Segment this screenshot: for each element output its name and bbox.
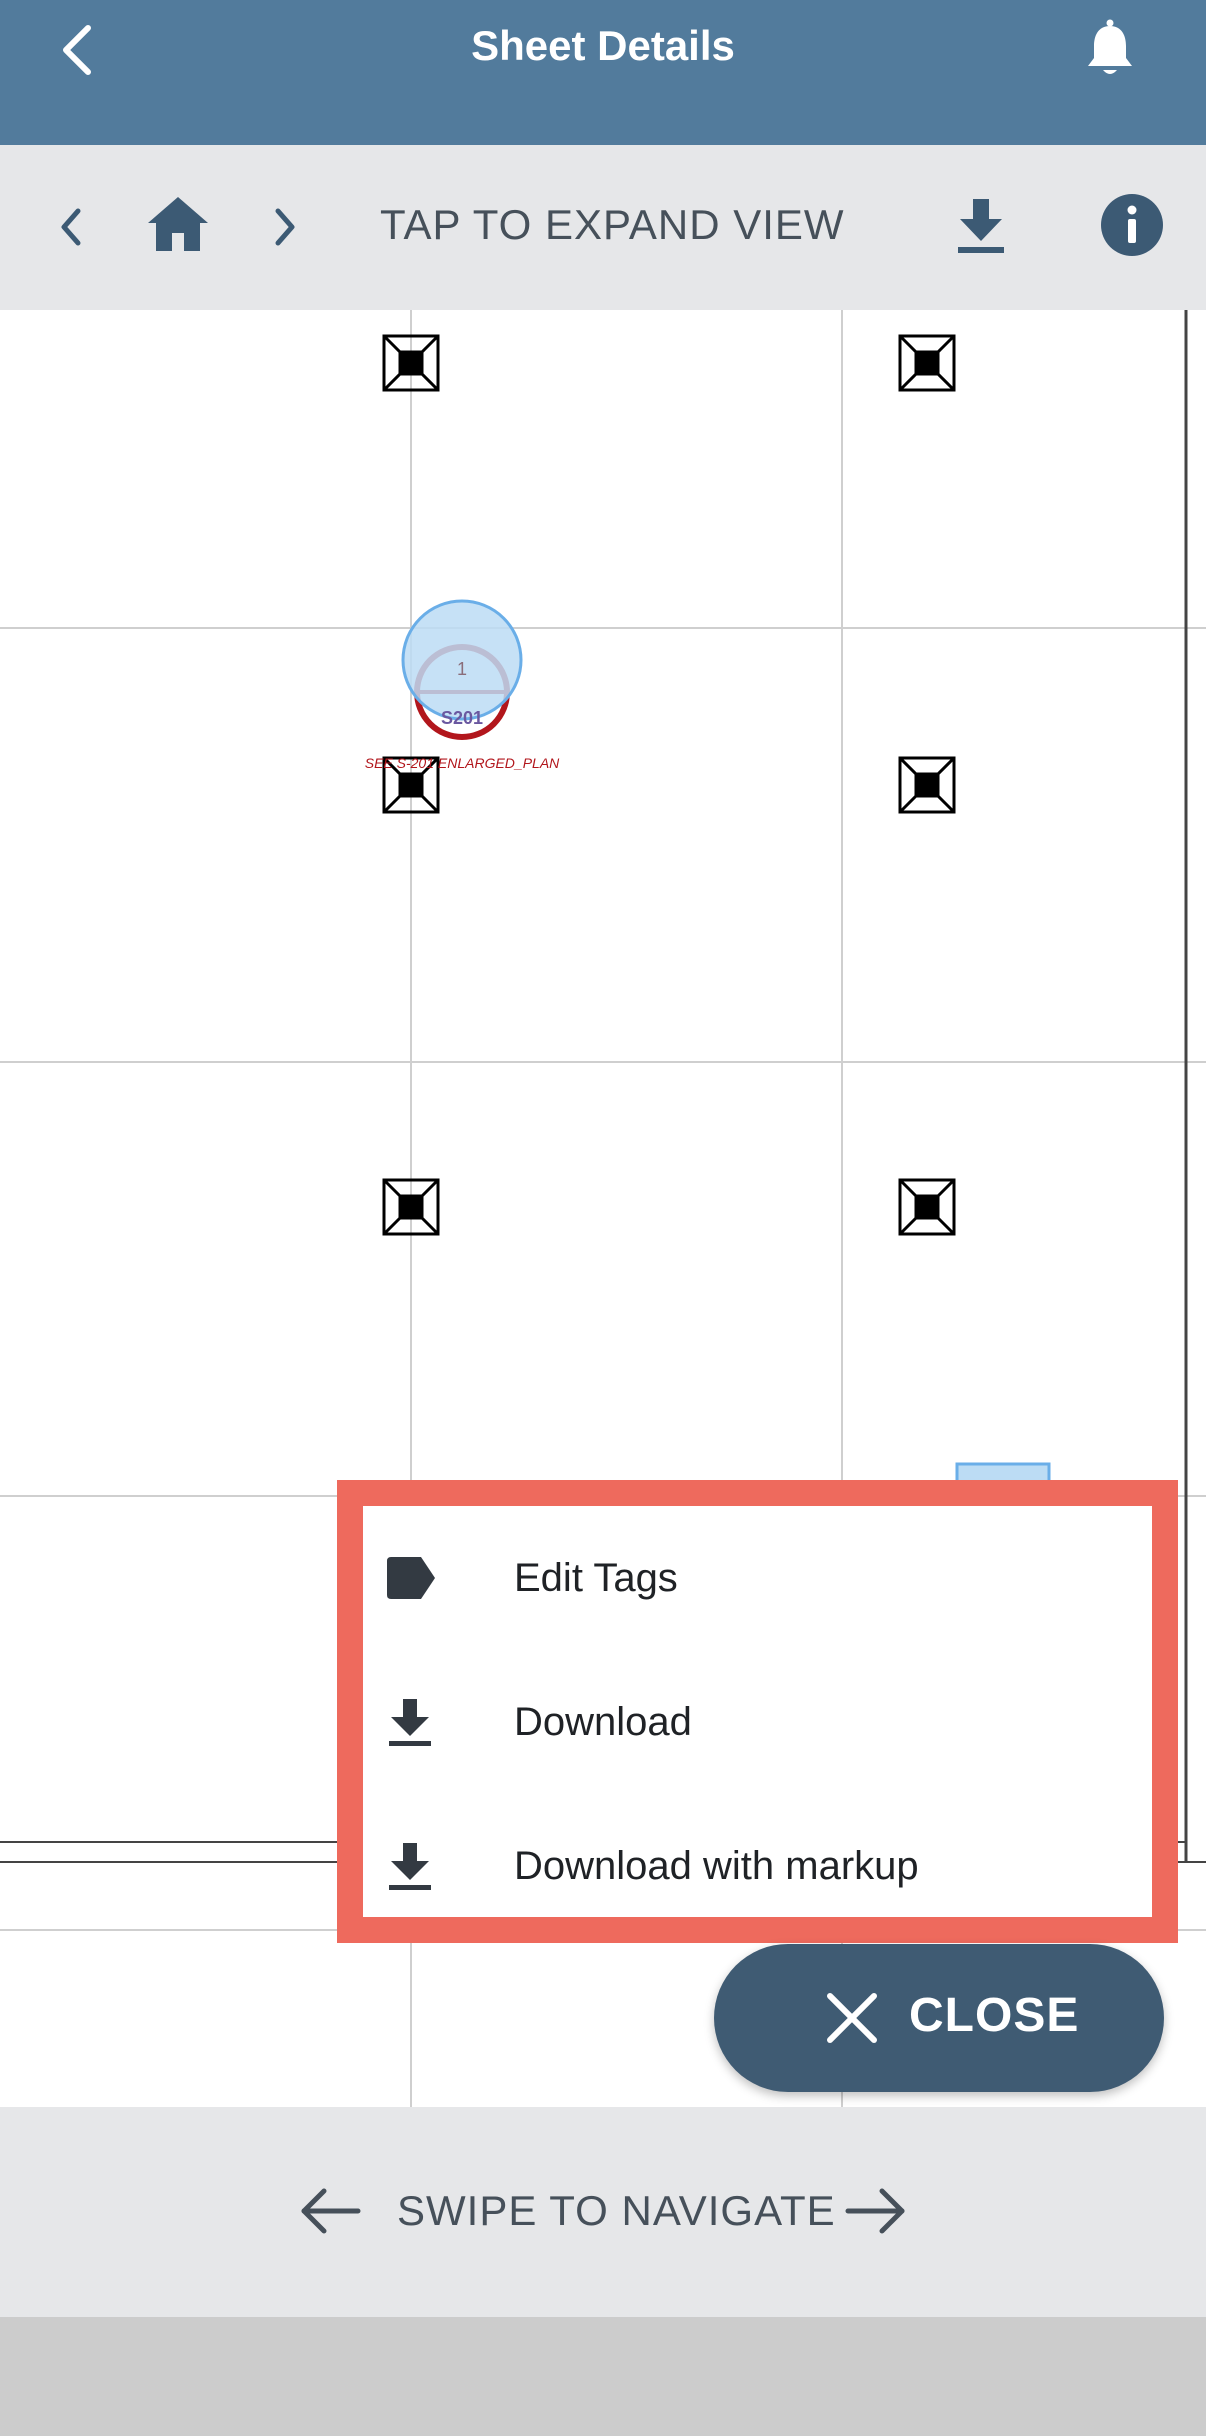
sheet-actions-menu-highlight: Edit Tags Download Download with markup	[337, 1480, 1178, 1943]
next-sheet-icon[interactable]	[264, 203, 304, 251]
close-button[interactable]: CLOSE	[714, 1944, 1164, 2092]
callout-note: SEE S-201 ENLARGED_PLAN	[365, 755, 560, 771]
info-icon[interactable]	[1100, 193, 1164, 257]
sheet-toolbar: TAP TO EXPAND VIEW	[0, 145, 1206, 310]
section-callout-marker[interactable]: 1 S201 SEE S-201 ENLARGED_PLAN	[365, 599, 560, 771]
close-label: CLOSE	[909, 1989, 1080, 2042]
bottom-safe-area	[0, 2317, 1206, 2436]
swipe-navigation-bar[interactable]: SWIPE TO NAVIGATE	[0, 2107, 1206, 2317]
download-with-markup-label: Download with markup	[514, 1843, 919, 1888]
page-title: Sheet Details	[471, 22, 735, 69]
callout-sheet: S201	[441, 708, 483, 728]
bell-icon[interactable]	[1080, 18, 1140, 82]
download-label: Download	[514, 1699, 692, 1744]
sheet-actions-menu: Edit Tags Download Download with markup	[363, 1506, 1152, 1917]
close-icon	[827, 1993, 877, 2043]
callout-number: 1	[457, 659, 467, 679]
home-icon[interactable]	[146, 193, 210, 255]
previous-sheet-icon[interactable]	[52, 203, 92, 251]
tag-icon	[387, 1557, 435, 1599]
menu-item-download[interactable]: Download	[363, 1650, 1152, 1794]
tap-to-expand-label[interactable]: TAP TO EXPAND VIEW	[380, 201, 845, 249]
download-icon	[389, 1699, 431, 1746]
menu-item-edit-tags[interactable]: Edit Tags	[363, 1506, 1152, 1650]
app-header: Sheet Details	[0, 0, 1206, 145]
edit-tags-label: Edit Tags	[514, 1555, 678, 1600]
download-icon	[389, 1843, 431, 1890]
download-icon[interactable]	[954, 197, 1008, 255]
menu-item-download-with-markup[interactable]: Download with markup	[363, 1794, 1152, 1938]
arrow-right-icon	[845, 2188, 905, 2234]
swipe-to-navigate-label: SWIPE TO NAVIGATE	[397, 2187, 836, 2234]
arrow-left-icon	[301, 2188, 361, 2234]
